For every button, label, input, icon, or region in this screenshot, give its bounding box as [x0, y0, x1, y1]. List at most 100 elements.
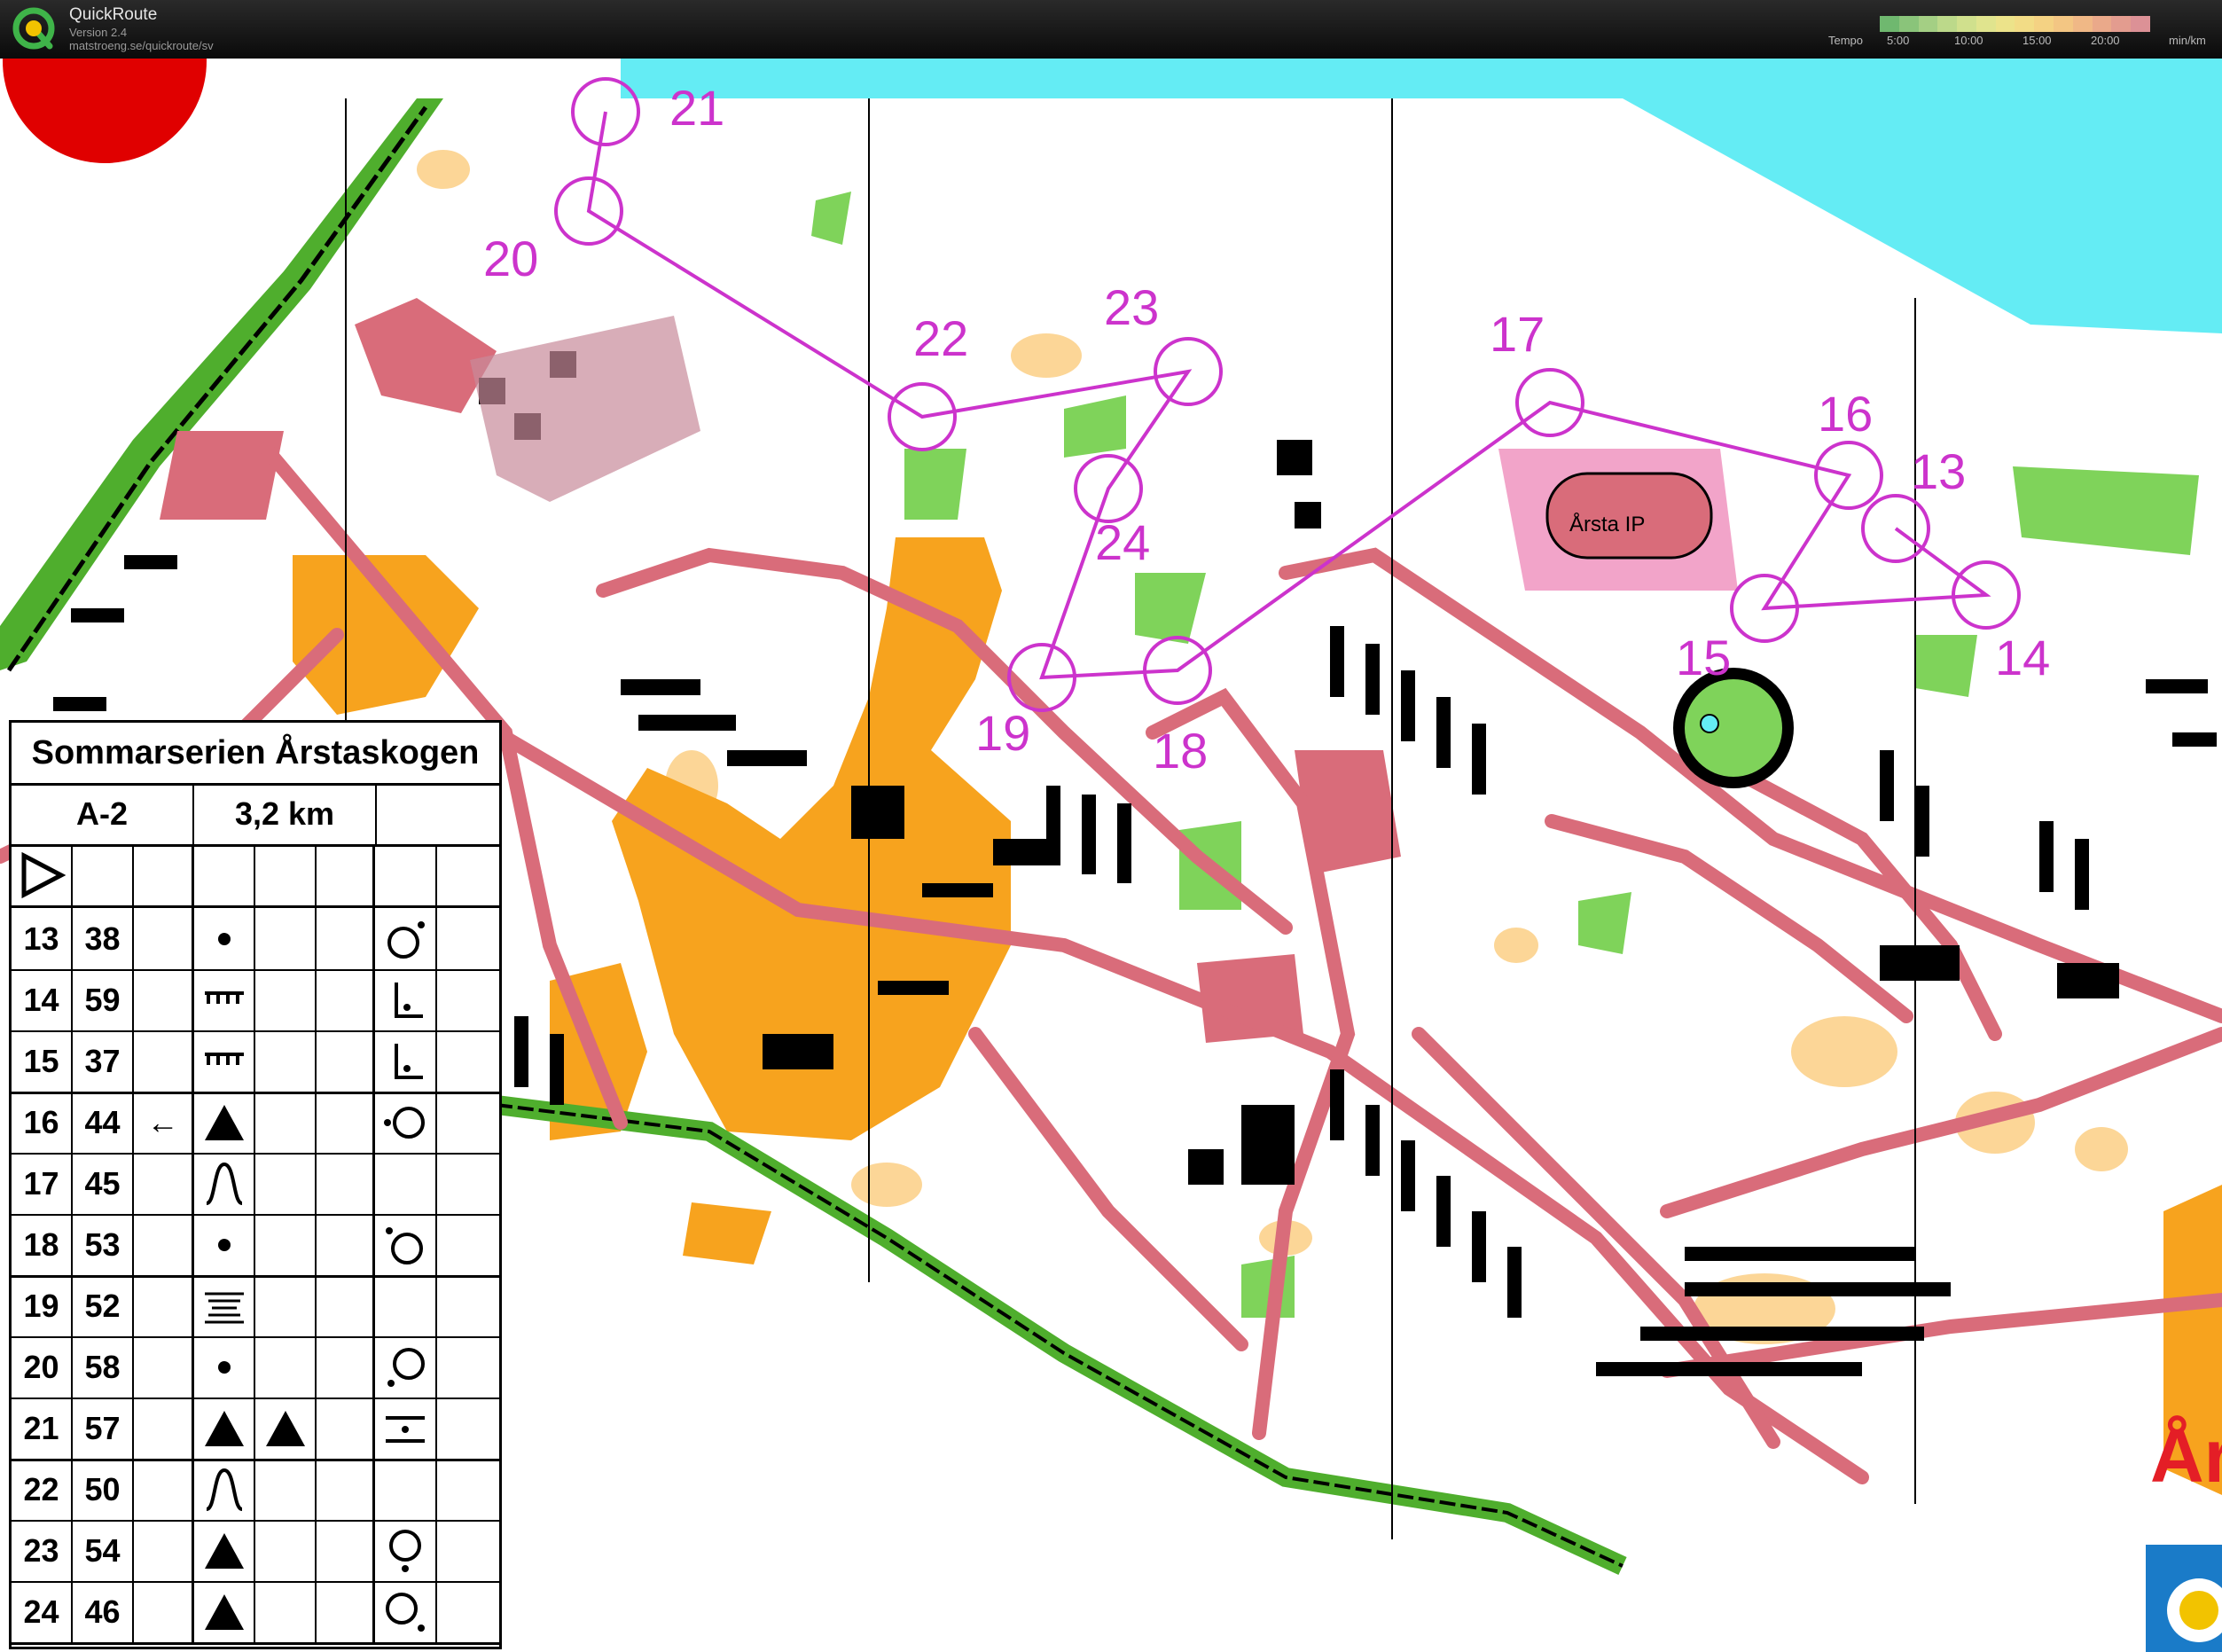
control-row: 17 45 — [12, 1153, 499, 1216]
tempo-swatch — [2131, 16, 2150, 32]
appearance-cell — [317, 1336, 375, 1398]
control-code: 45 — [73, 1153, 134, 1214]
triangle-icon — [204, 1104, 244, 1140]
position-cell — [375, 1030, 437, 1092]
course-header: A-2 3,2 km — [12, 783, 499, 847]
direction-cell — [134, 1520, 194, 1581]
control-row: 23 54 — [12, 1520, 499, 1583]
ditch-icon — [204, 1292, 244, 1323]
empty-cell — [437, 844, 499, 905]
extra-cell — [437, 1520, 499, 1581]
control-number-label: 22 — [913, 310, 968, 366]
tempo-swatch — [2054, 16, 2073, 32]
control-number-label: 13 — [1911, 443, 1966, 499]
appearance-cell — [317, 1520, 375, 1581]
tempo-swatch — [2111, 16, 2132, 32]
control-code: 57 — [73, 1398, 134, 1459]
position-cell — [375, 1153, 437, 1214]
feature2-cell — [255, 1459, 317, 1520]
feature-cell — [194, 1092, 255, 1153]
control-number-label: 23 — [1104, 279, 1159, 335]
feature-cell — [194, 1153, 255, 1214]
tempo-swatch — [1976, 16, 1996, 32]
position-cell — [375, 1581, 437, 1642]
course-length: 3,2 km — [194, 783, 377, 844]
dot-icon — [217, 932, 231, 945]
triangle-icon — [204, 1410, 244, 1446]
appearance-cell — [317, 1581, 375, 1642]
control-code: 37 — [73, 1030, 134, 1092]
control-row: 13 38 — [12, 908, 499, 971]
control-row: 21 57 — [12, 1398, 499, 1461]
tempo-label: Tempo — [1828, 34, 1864, 47]
direction-cell — [134, 1275, 194, 1336]
position-cell — [375, 1459, 437, 1520]
control-row: 19 52 — [12, 1275, 499, 1338]
feature-cell — [194, 1030, 255, 1092]
feature2-cell — [255, 1153, 317, 1214]
empty-cell — [134, 844, 194, 905]
feature-cell — [194, 1275, 255, 1336]
control-row: 16 44 ← — [12, 1092, 499, 1155]
control-number-label: 18 — [1153, 723, 1208, 779]
control-number: 20 — [12, 1336, 73, 1398]
triangle-icon — [265, 1410, 305, 1446]
start-row — [12, 844, 499, 908]
between-icon — [386, 1415, 425, 1443]
control-code: 53 — [73, 1214, 134, 1275]
extra-cell — [437, 1398, 499, 1459]
empty-cell — [255, 844, 317, 905]
control-description-sheet: Sommarserien Årstaskogen A-2 3,2 km 13 38… — [9, 720, 502, 1649]
appearance-cell — [317, 1030, 375, 1092]
direction-cell — [134, 1153, 194, 1214]
tempo-swatch — [2015, 16, 2035, 32]
appearance-cell — [317, 1275, 375, 1336]
control-number-label: 17 — [1490, 306, 1545, 362]
app-titlebar: QuickRoute Version 2.4 matstroeng.se/qui… — [0, 0, 2222, 59]
tempo-tick: 10:00 — [1954, 34, 1983, 47]
feature-cell — [194, 1459, 255, 1520]
empty-cell — [194, 844, 255, 905]
appearance-cell — [317, 969, 375, 1030]
control-number: 17 — [12, 1153, 73, 1214]
empty-cell — [375, 844, 437, 905]
direction-cell — [134, 969, 194, 1030]
feature-cell — [194, 1336, 255, 1398]
triangle-icon — [204, 1532, 244, 1569]
control-row: 20 58 — [12, 1336, 499, 1399]
control-number: 18 — [12, 1214, 73, 1275]
direction-cell — [134, 1459, 194, 1520]
feature-cell — [194, 1214, 255, 1275]
tempo-swatch — [1880, 16, 1899, 32]
direction-cell — [134, 1336, 194, 1398]
control-number-label: 24 — [1095, 514, 1150, 570]
feature2-cell — [255, 1092, 317, 1153]
tempo-swatch — [1898, 16, 1919, 32]
app-title: QuickRoute — [69, 5, 158, 24]
direction-cell — [134, 1214, 194, 1275]
control-number: 22 — [12, 1459, 73, 1520]
direction-cell — [134, 1581, 194, 1642]
appearance-cell — [317, 908, 375, 969]
corner-inside-icon — [395, 1043, 423, 1079]
feature2-cell — [255, 969, 317, 1030]
circle-bottom-left-icon — [387, 1347, 425, 1387]
control-number: 14 — [12, 969, 73, 1030]
app-url[interactable]: matstroeng.se/quickroute/sv — [69, 39, 214, 52]
feature-cell — [194, 969, 255, 1030]
empty-cell — [317, 844, 375, 905]
dot-icon — [217, 1360, 231, 1374]
tempo-swatch — [2092, 16, 2112, 32]
feature-cell — [194, 1520, 255, 1581]
control-number: 23 — [12, 1520, 73, 1581]
appearance-cell — [317, 1398, 375, 1459]
control-row: 22 50 — [12, 1459, 499, 1522]
control-row: 15 37 — [12, 1030, 499, 1094]
control-row: 18 53 — [12, 1214, 499, 1278]
appearance-cell — [317, 1214, 375, 1275]
control-row: 24 46 — [12, 1581, 499, 1645]
tempo-swatch — [1995, 16, 2015, 32]
control-number: 16 — [12, 1092, 73, 1153]
quickroute-logo-icon — [12, 7, 55, 50]
feature2-cell — [255, 1214, 317, 1275]
